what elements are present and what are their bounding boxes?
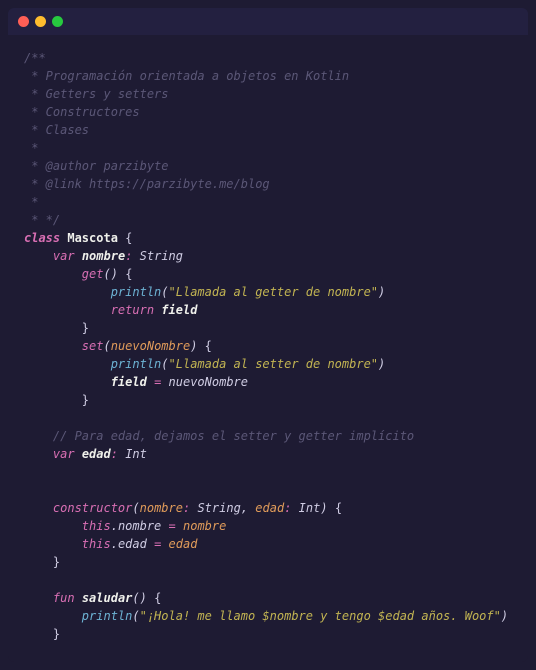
property-nombre: nombre	[82, 249, 125, 263]
window-titlebar	[8, 8, 528, 35]
paren: )	[501, 609, 508, 623]
string-getter: "Llamada al getter de nombre"	[169, 285, 379, 299]
comment-line: * @link https://parzibyte.me/blog	[24, 177, 270, 191]
operator-eq: =	[169, 519, 176, 533]
comment-line: *	[24, 195, 38, 209]
prop-nombre: nombre	[118, 519, 161, 533]
minimize-icon[interactable]	[35, 16, 46, 27]
keyword-field: field	[161, 303, 197, 317]
var-nombre: nombre	[183, 519, 226, 533]
paren: (	[103, 267, 110, 281]
type-int: Int	[125, 447, 147, 461]
paren: (	[132, 591, 139, 605]
close-icon[interactable]	[18, 16, 29, 27]
paren: (	[132, 501, 139, 515]
func-saludar: saludar	[82, 591, 133, 605]
string-saludo: "¡Hola! me llamo $nombre y tengo $edad a…	[140, 609, 501, 623]
type-string: String	[197, 501, 240, 515]
brace: }	[82, 321, 89, 335]
dot: .	[111, 537, 118, 551]
comma: ,	[241, 501, 248, 515]
code-window: /** * Programación orientada a objetos e…	[8, 8, 528, 662]
keyword-field: field	[111, 375, 147, 389]
comment-line: * Constructores	[24, 105, 140, 119]
brace: {	[335, 501, 342, 515]
keyword-fun: fun	[53, 591, 75, 605]
func-println: println	[111, 357, 162, 371]
keyword-this: this	[82, 537, 111, 551]
operator-eq: =	[154, 375, 161, 389]
comment-line: * @author parzibyte	[24, 159, 169, 173]
type-int: Int	[299, 501, 321, 515]
brace: {	[154, 591, 161, 605]
keyword-var: var	[53, 249, 75, 263]
brace: {	[125, 231, 132, 245]
inline-comment: // Para edad, dejamos el setter y getter…	[53, 429, 414, 443]
paren: (	[132, 609, 139, 623]
paren: )	[190, 339, 197, 353]
type-string: String	[140, 249, 183, 263]
colon: :	[111, 447, 118, 461]
brace: {	[205, 339, 212, 353]
operator-eq: =	[154, 537, 161, 551]
paren: (	[103, 339, 110, 353]
paren: (	[161, 285, 168, 299]
colon: :	[183, 501, 190, 515]
param-edad: edad	[255, 501, 284, 515]
dot: .	[111, 519, 118, 533]
brace: }	[53, 555, 60, 569]
maximize-icon[interactable]	[52, 16, 63, 27]
keyword-set: set	[82, 339, 104, 353]
keyword-constructor: constructor	[53, 501, 132, 515]
property-edad: edad	[82, 447, 111, 461]
var-nuevonombre: nuevoNombre	[169, 375, 248, 389]
paren: )	[140, 591, 147, 605]
paren: )	[320, 501, 327, 515]
keyword-this: this	[82, 519, 111, 533]
var-edad: edad	[169, 537, 198, 551]
func-println: println	[82, 609, 133, 623]
comment-open: /**	[24, 51, 46, 65]
keyword-class: class	[24, 231, 60, 245]
prop-edad: edad	[118, 537, 147, 551]
string-setter: "Llamada al setter de nombre"	[169, 357, 379, 371]
keyword-get: get	[82, 267, 104, 281]
paren: (	[161, 357, 168, 371]
brace: }	[53, 627, 60, 641]
paren: )	[111, 267, 118, 281]
comment-close: * */	[24, 213, 60, 227]
keyword-var: var	[53, 447, 75, 461]
class-name: Mascota	[67, 231, 118, 245]
func-println: println	[111, 285, 162, 299]
keyword-return: return	[111, 303, 154, 317]
colon: :	[125, 249, 132, 263]
param-nuevonombre: nuevoNombre	[111, 339, 190, 353]
code-block: /** * Programación orientada a objetos e…	[8, 35, 528, 662]
param-nombre: nombre	[140, 501, 183, 515]
comment-line: * Getters y setters	[24, 87, 169, 101]
paren: )	[378, 285, 385, 299]
paren: )	[378, 357, 385, 371]
comment-line: *	[24, 141, 38, 155]
brace: {	[125, 267, 132, 281]
comment-line: * Clases	[24, 123, 89, 137]
brace: }	[82, 393, 89, 407]
comment-line: * Programación orientada a objetos en Ko…	[24, 69, 349, 83]
colon: :	[284, 501, 291, 515]
